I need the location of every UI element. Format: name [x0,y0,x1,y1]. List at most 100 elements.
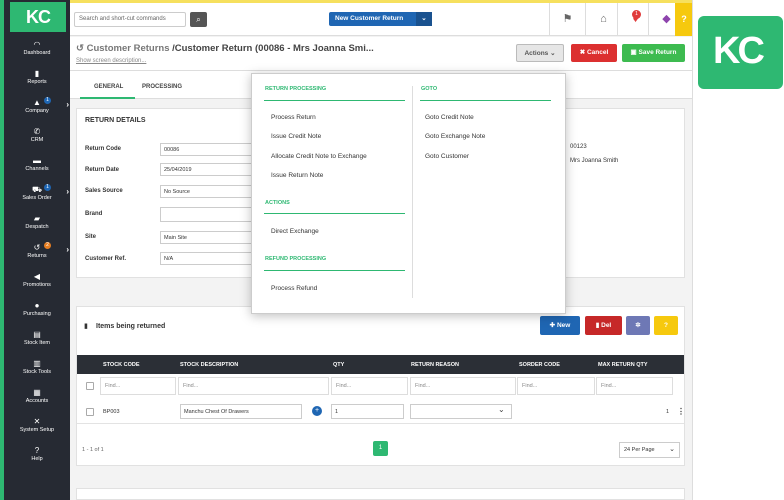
tab-general[interactable]: GENERAL [94,84,123,90]
process-return-item[interactable]: Process Return [271,114,316,121]
phone-icon: ✆ [33,127,41,136]
company-badge: 1 [44,97,51,104]
qty-field[interactable]: 1 [331,404,404,419]
goto-exchange-note-item[interactable]: Goto Exchange Note [425,133,485,140]
company-icon: ▲ [33,98,41,107]
new-item-button[interactable]: ✚ New [540,316,580,335]
new-customer-return-button[interactable]: New Customer Return ⌄ [329,12,432,26]
chevron-down-icon: ⌄ [550,50,556,57]
sales-source-select[interactable]: No Source [160,185,252,198]
return-code-field[interactable]: 00086 [160,143,252,156]
sidebar-item-help[interactable]: ? Help [4,446,70,462]
tab-processing[interactable]: PROCESSING [142,84,182,90]
customer-ref-field[interactable]: N/A [160,252,252,265]
sidebar-item-despatch[interactable]: ▰ Despatch [4,214,70,230]
stock-tools-icon: ▥ [33,359,41,368]
column-max-return-qty[interactable]: MAX RETURN QTY [598,362,648,368]
sales-order-badge: 1 [44,184,51,191]
sidebar-item-returns[interactable]: ↺ Returns 2 › [4,242,70,259]
reports-icon: ▮ [34,69,40,78]
sidebar-item-promotions[interactable]: ◀ Promotions [4,272,70,288]
sidebar-item-stock-tools[interactable]: ▥ Stock Tools [4,359,70,375]
chevron-down-icon[interactable]: ⌄ [416,12,432,26]
page-1-button[interactable]: 1 [373,441,388,456]
sidebar-item-system-setup[interactable]: ✕ System Setup [4,417,70,433]
issue-return-note-item[interactable]: Issue Return Note [271,172,323,179]
goto-heading: GOTO [421,86,438,92]
flag-icon[interactable]: ⚑ [549,3,585,36]
chevron-right-icon: › [66,245,69,254]
process-refund-item[interactable]: Process Refund [271,285,317,292]
sales-source-label: Sales Source [85,188,123,194]
row-menu-icon[interactable]: ⋮ [677,407,685,416]
sidebar-item-stock-item[interactable]: ▤ Stock Item [4,330,70,346]
row-checkbox[interactable] [86,408,94,416]
sidebar-item-reports[interactable]: ▮ Reports [4,69,70,85]
column-stock-code[interactable]: STOCK CODE [103,362,140,368]
brand-select[interactable] [160,207,252,222]
breadcrumb: ↺ Customer Returns /Customer Return (000… [76,43,374,54]
filter-max-qty[interactable]: Find... [596,377,673,395]
actions-button[interactable]: Actions ⌄ [516,44,564,62]
filter-sorder-code[interactable]: Find... [517,377,595,395]
purchasing-icon: ● [34,301,40,310]
column-stock-description[interactable]: STOCK DESCRIPTION [180,362,238,368]
return-reason-select[interactable] [410,404,512,419]
goto-customer-item[interactable]: Goto Customer [425,153,469,160]
cart-icon: ⛟ [31,185,43,194]
sidebar-item-accounts[interactable]: ▦ Accounts [4,388,70,404]
cancel-button[interactable]: ✖ Cancel [571,44,617,62]
description-field[interactable]: Manchu Chest Of Drawers [180,404,302,419]
settings-button[interactable]: ✲ [626,316,650,335]
sidebar-item-channels[interactable]: ▬ Channels [4,156,70,172]
sidebar-item-dashboard[interactable]: ◠ Dashboard [4,40,70,56]
column-qty[interactable]: QTY [333,362,344,368]
items-title: Items being returned [96,323,166,330]
chevron-down-icon[interactable]: ⌄ [498,405,505,414]
heading-divider [420,100,551,101]
returns-icon: ↺ [76,43,87,54]
sidebar-item-crm[interactable]: ✆ CRM [4,127,70,143]
search-button[interactable]: ⌕ [190,12,207,27]
delete-item-button[interactable]: ▮ Del [585,316,622,335]
breadcrumb-parent[interactable]: Customer Returns [87,43,170,54]
show-description-link[interactable]: Show screen description... [76,58,146,64]
site-select[interactable]: Main Site [160,231,252,244]
return-code-label: Return Code [85,146,121,152]
filter-return-reason[interactable]: Find... [410,377,516,395]
search-input[interactable]: Search and short-cut commands [74,12,186,27]
app-frame: KC ◠ Dashboard ▮ Reports ▲ Company 1 › ✆ CRM ▬… [0,0,693,500]
heading-divider [264,270,405,271]
filter-qty[interactable]: Find... [331,377,408,395]
issue-credit-note-item[interactable]: Issue Credit Note [271,133,321,140]
brand-label: Brand [85,211,103,217]
filter-stock-code[interactable]: Find... [100,377,176,395]
column-sorder-code[interactable]: SORDER CODE [519,362,560,368]
sidebar-item-company[interactable]: ▲ Company 1 › [4,97,70,114]
help-button[interactable]: ? [675,3,692,36]
returns-badge: 2 [44,242,51,249]
goto-credit-note-item[interactable]: Goto Credit Note [425,114,474,121]
returns-icon: ↺ [33,243,41,252]
sidebar-item-sales-order[interactable]: ⛟ Sales Order 1 › [4,184,70,201]
megaphone-icon: ◀ [33,272,41,281]
stock-code-cell: BP003 [103,409,120,415]
per-page-select[interactable]: 24 Per Page ⌄ [619,442,680,458]
return-date-field[interactable]: 25/04/2019 [160,163,252,176]
help-items-button[interactable]: ? [654,316,678,335]
sidebar-item-purchasing[interactable]: ● Purchasing [4,301,70,317]
refund-processing-heading: REFUND PROCESSING [265,256,327,262]
customer-ref-label: Customer Ref. [85,256,127,262]
max-return-qty-cell: 1 [666,409,670,415]
warehouse-icon[interactable]: ⌂ [585,3,621,36]
column-return-reason[interactable]: RETURN REASON [411,362,459,368]
direct-exchange-item[interactable]: Direct Exchange [271,228,319,235]
filter-description[interactable]: Find... [178,377,329,395]
kc-logo[interactable]: KC [10,2,66,32]
next-panel [76,488,685,500]
save-return-button[interactable]: ▣ Save Return [622,44,685,62]
dashboard-icon: ◠ [33,40,41,49]
add-circle-icon[interactable]: + [312,406,322,416]
allocate-credit-note-item[interactable]: Allocate Credit Note to Exchange [271,153,367,160]
select-all-checkbox[interactable] [86,382,94,390]
